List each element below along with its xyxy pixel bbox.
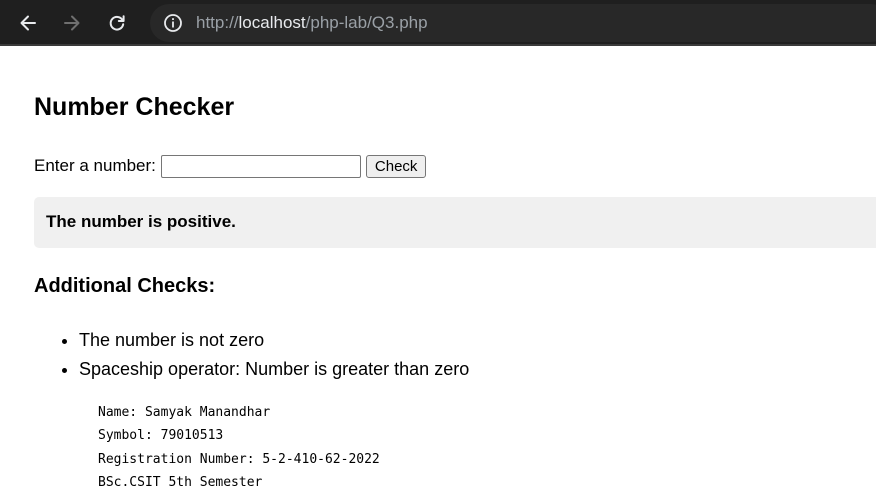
arrow-left-icon [20,15,36,31]
result-message: The number is positive. [46,212,236,231]
info-icon [164,14,182,32]
url-scheme: http:// [196,13,239,32]
list-item: Spaceship operator: Number is greater th… [79,355,469,384]
check-button[interactable]: Check [365,154,427,178]
browser-toolbar: http://localhost/php-lab/Q3.php [0,0,876,46]
address-url[interactable]: http://localhost/php-lab/Q3.php [196,12,428,34]
number-label: Enter a number: [34,156,156,175]
list-item: The number is not zero [79,326,469,355]
student-semester: BSc.CSIT 5th Semester [98,474,263,490]
forward-button[interactable] [56,7,88,39]
student-symbol: Symbol: 79010513 [98,428,224,444]
url-path: /php-lab/Q3.php [305,13,428,32]
number-form: Enter a number: Check [34,153,427,179]
reload-icon [109,15,125,31]
checks-list: The number is not zero Spaceship operato… [79,326,469,384]
student-registration: Registration Number: 5-2-410-62-2022 [98,451,380,467]
reload-button[interactable] [101,7,133,39]
additional-checks-heading: Additional Checks: [34,275,216,297]
site-info-button[interactable] [160,10,186,36]
arrow-right-icon [64,15,80,31]
url-host: localhost [238,13,306,32]
page-title: Number Checker [34,93,235,121]
student-info: Name: Samyak Manandhar Symbol: 79010513 Re… [98,401,380,492]
number-input[interactable] [160,154,361,178]
result-box: The number is positive. [34,197,876,248]
back-button[interactable] [12,7,44,39]
student-name: Name: Samyak Manandhar [98,405,271,420]
